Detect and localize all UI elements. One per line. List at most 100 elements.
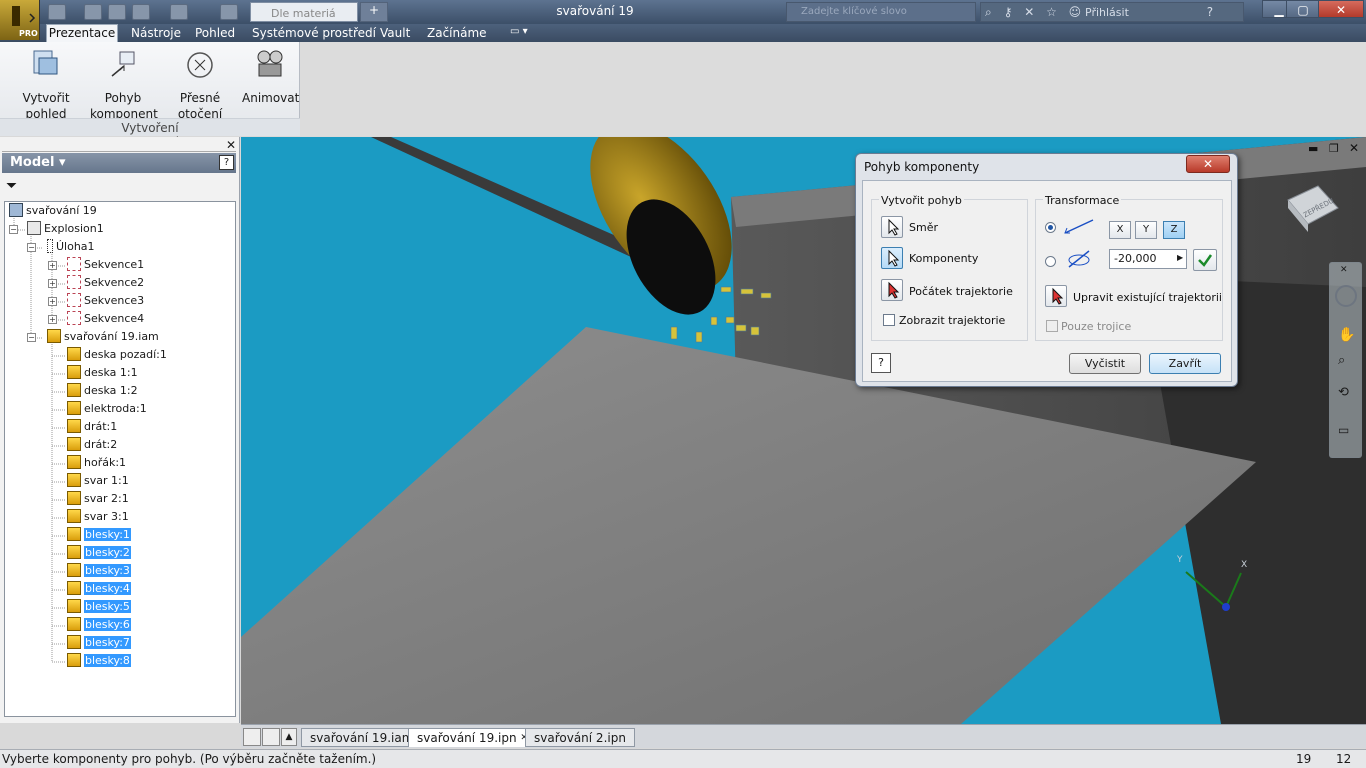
select-icon[interactable] bbox=[220, 4, 238, 20]
browser-grip[interactable] bbox=[2, 140, 236, 152]
steering-wheel-icon[interactable] bbox=[1335, 285, 1357, 307]
viewcube[interactable]: ZEPŘEDU bbox=[1282, 178, 1342, 236]
browser-header[interactable]: Model ▾ bbox=[2, 153, 236, 173]
tree-node-part[interactable]: deska 1:1 bbox=[67, 364, 138, 382]
components-select-button[interactable] bbox=[881, 247, 903, 269]
tab-nastroje[interactable]: Nástroje bbox=[131, 26, 181, 42]
clear-button[interactable]: Vyčistit bbox=[1069, 353, 1141, 374]
value-arrow-icon[interactable]: ▶ bbox=[1177, 253, 1183, 262]
pan-hand-icon[interactable]: ✋ bbox=[1338, 327, 1355, 343]
star-icon[interactable]: ☆ bbox=[1046, 5, 1057, 19]
edit-trajectory-button[interactable] bbox=[1045, 285, 1067, 307]
tree-node-part[interactable]: svar 1:1 bbox=[67, 472, 129, 490]
tweak-components-button[interactable]: Pohyb komponent bbox=[90, 48, 158, 122]
undo-icon[interactable] bbox=[132, 4, 150, 20]
tab-systemove-prostredi[interactable]: Systémové prostředí bbox=[252, 26, 376, 42]
user-icon[interactable]: ☺ bbox=[1069, 5, 1082, 19]
expand-icon[interactable]: + bbox=[48, 261, 57, 270]
expand-icon[interactable]: + bbox=[48, 297, 57, 306]
tree-node-task[interactable]: Úloha1 bbox=[47, 238, 95, 256]
tree-node-part[interactable]: drát:1 bbox=[67, 418, 117, 436]
viewport-minimize-icon[interactable]: ▬ bbox=[1308, 142, 1318, 155]
show-trajectories-checkbox[interactable] bbox=[883, 314, 895, 326]
open-icon[interactable] bbox=[84, 4, 102, 20]
plus-button[interactable]: + bbox=[360, 2, 388, 22]
browser-help-icon[interactable]: ? bbox=[219, 155, 234, 170]
cascade-windows-icon[interactable] bbox=[243, 728, 261, 746]
collapse-icon[interactable]: − bbox=[27, 243, 36, 252]
tree-node-part-selected[interactable]: blesky:2 bbox=[67, 544, 131, 562]
zoom-icon[interactable]: ⌕ bbox=[1338, 353, 1345, 368]
tree-node-part[interactable]: svar 3:1 bbox=[67, 508, 129, 526]
viewport-close-icon[interactable]: ✕ bbox=[1349, 141, 1359, 155]
tree-node-part-selected[interactable]: blesky:4 bbox=[67, 580, 131, 598]
tree-node-part[interactable]: svar 2:1 bbox=[67, 490, 129, 508]
binoculars-icon[interactable]: ⌕ bbox=[985, 5, 992, 19]
triad-only-checkbox[interactable] bbox=[1046, 320, 1058, 332]
save-icon[interactable] bbox=[108, 4, 126, 20]
tab-menu-icon[interactable]: ▲ bbox=[281, 728, 297, 746]
tree-node-part[interactable]: elektroda:1 bbox=[67, 400, 147, 418]
direction-select-button[interactable] bbox=[881, 216, 903, 238]
tree-node-part[interactable]: hořák:1 bbox=[67, 454, 126, 472]
help-icon[interactable]: ? bbox=[1207, 5, 1213, 19]
orbit-icon[interactable]: ⟲ bbox=[1338, 385, 1349, 400]
tree-node-part[interactable]: drát:2 bbox=[67, 436, 117, 454]
application-menu-button[interactable]: PRO bbox=[0, 0, 40, 40]
tree-node-sequence[interactable]: Sekvence3 bbox=[67, 292, 144, 310]
trajectory-origin-select-button[interactable] bbox=[881, 279, 903, 301]
tab-zaciname[interactable]: Začínáme bbox=[427, 26, 487, 42]
animate-button[interactable]: Animovat bbox=[242, 48, 299, 106]
expand-icon[interactable]: + bbox=[48, 315, 57, 324]
close-button[interactable]: Zavřít bbox=[1149, 353, 1221, 374]
redo-icon[interactable] bbox=[170, 4, 188, 20]
create-view-button[interactable]: Vytvořit pohled bbox=[4, 48, 88, 122]
tab-vault[interactable]: Vault bbox=[380, 26, 410, 42]
tree-node-part[interactable]: deska 1:2 bbox=[67, 382, 138, 400]
tools-icon[interactable]: ✕ bbox=[1024, 5, 1034, 19]
expand-icon[interactable]: + bbox=[48, 279, 57, 288]
help-search-input[interactable]: Zadejte klíčové slovo bbox=[786, 2, 976, 22]
tree-node-sequence[interactable]: Sekvence1 bbox=[67, 256, 144, 274]
tree-node-sequence[interactable]: Sekvence2 bbox=[67, 274, 144, 292]
tab-pohled[interactable]: Pohled bbox=[195, 26, 235, 42]
tree-node-root[interactable]: svařování 19 bbox=[9, 202, 97, 220]
material-combo[interactable]: Dle materiá bbox=[250, 2, 358, 22]
tree-node-part-selected[interactable]: blesky:5 bbox=[67, 598, 131, 616]
axis-y-button[interactable]: Y bbox=[1135, 221, 1157, 239]
doc-tab-iam[interactable]: svařování 19.iam bbox=[301, 728, 423, 747]
axis-x-button[interactable]: X bbox=[1109, 221, 1131, 239]
signin-link[interactable]: Přihlásit bbox=[1085, 6, 1129, 19]
tree-node-part[interactable]: deska pozadí:1 bbox=[67, 346, 167, 364]
tab-prezentace[interactable]: Prezentace bbox=[46, 24, 118, 42]
look-at-icon[interactable]: ▭ bbox=[1338, 423, 1349, 437]
tree-node-part-selected[interactable]: blesky:3 bbox=[67, 562, 131, 580]
tree-node-part-selected[interactable]: blesky:6 bbox=[67, 616, 131, 634]
tree-node-part-selected[interactable]: blesky:7 bbox=[67, 634, 131, 652]
ribbon-options-icon[interactable]: ▭ ▾ bbox=[510, 26, 528, 42]
doc-tab-ipn-active[interactable]: svařování 19.ipn ✕ bbox=[408, 728, 537, 747]
axis-z-button[interactable]: Z bbox=[1163, 221, 1185, 239]
collapse-icon[interactable]: − bbox=[27, 333, 36, 342]
maximize-button[interactable]: ▢ bbox=[1286, 0, 1320, 18]
rotate-radio[interactable] bbox=[1045, 256, 1056, 267]
close-window-button[interactable]: ✕ bbox=[1318, 0, 1364, 18]
apply-button[interactable] bbox=[1193, 249, 1217, 271]
tree-node-explosion[interactable]: Explosion1 bbox=[27, 220, 104, 238]
linear-move-radio[interactable] bbox=[1045, 222, 1056, 233]
value-input[interactable]: -20,000 bbox=[1109, 249, 1187, 269]
tree-node-part-selected[interactable]: blesky:8 bbox=[67, 652, 131, 670]
filter-icon[interactable]: ⏷ bbox=[6, 178, 17, 194]
tree-node-part-selected[interactable]: blesky:1 bbox=[67, 526, 131, 544]
new-icon[interactable] bbox=[48, 4, 66, 20]
dialog-close-button[interactable]: ✕ bbox=[1186, 155, 1230, 173]
key-icon[interactable]: ⚷ bbox=[1004, 5, 1013, 19]
tile-windows-icon[interactable] bbox=[262, 728, 280, 746]
dialog-help-button[interactable]: ? bbox=[871, 353, 891, 373]
viewport-restore-icon[interactable]: ❐ bbox=[1329, 142, 1339, 155]
collapse-icon[interactable]: − bbox=[9, 225, 18, 234]
tree-node-assembly[interactable]: svařování 19.iam bbox=[47, 328, 159, 346]
doc-tab-ipn-2[interactable]: svařování 2.ipn bbox=[525, 728, 635, 747]
navbar-close-icon[interactable]: ✕ bbox=[1340, 265, 1348, 275]
tree-node-sequence[interactable]: Sekvence4 bbox=[67, 310, 144, 328]
